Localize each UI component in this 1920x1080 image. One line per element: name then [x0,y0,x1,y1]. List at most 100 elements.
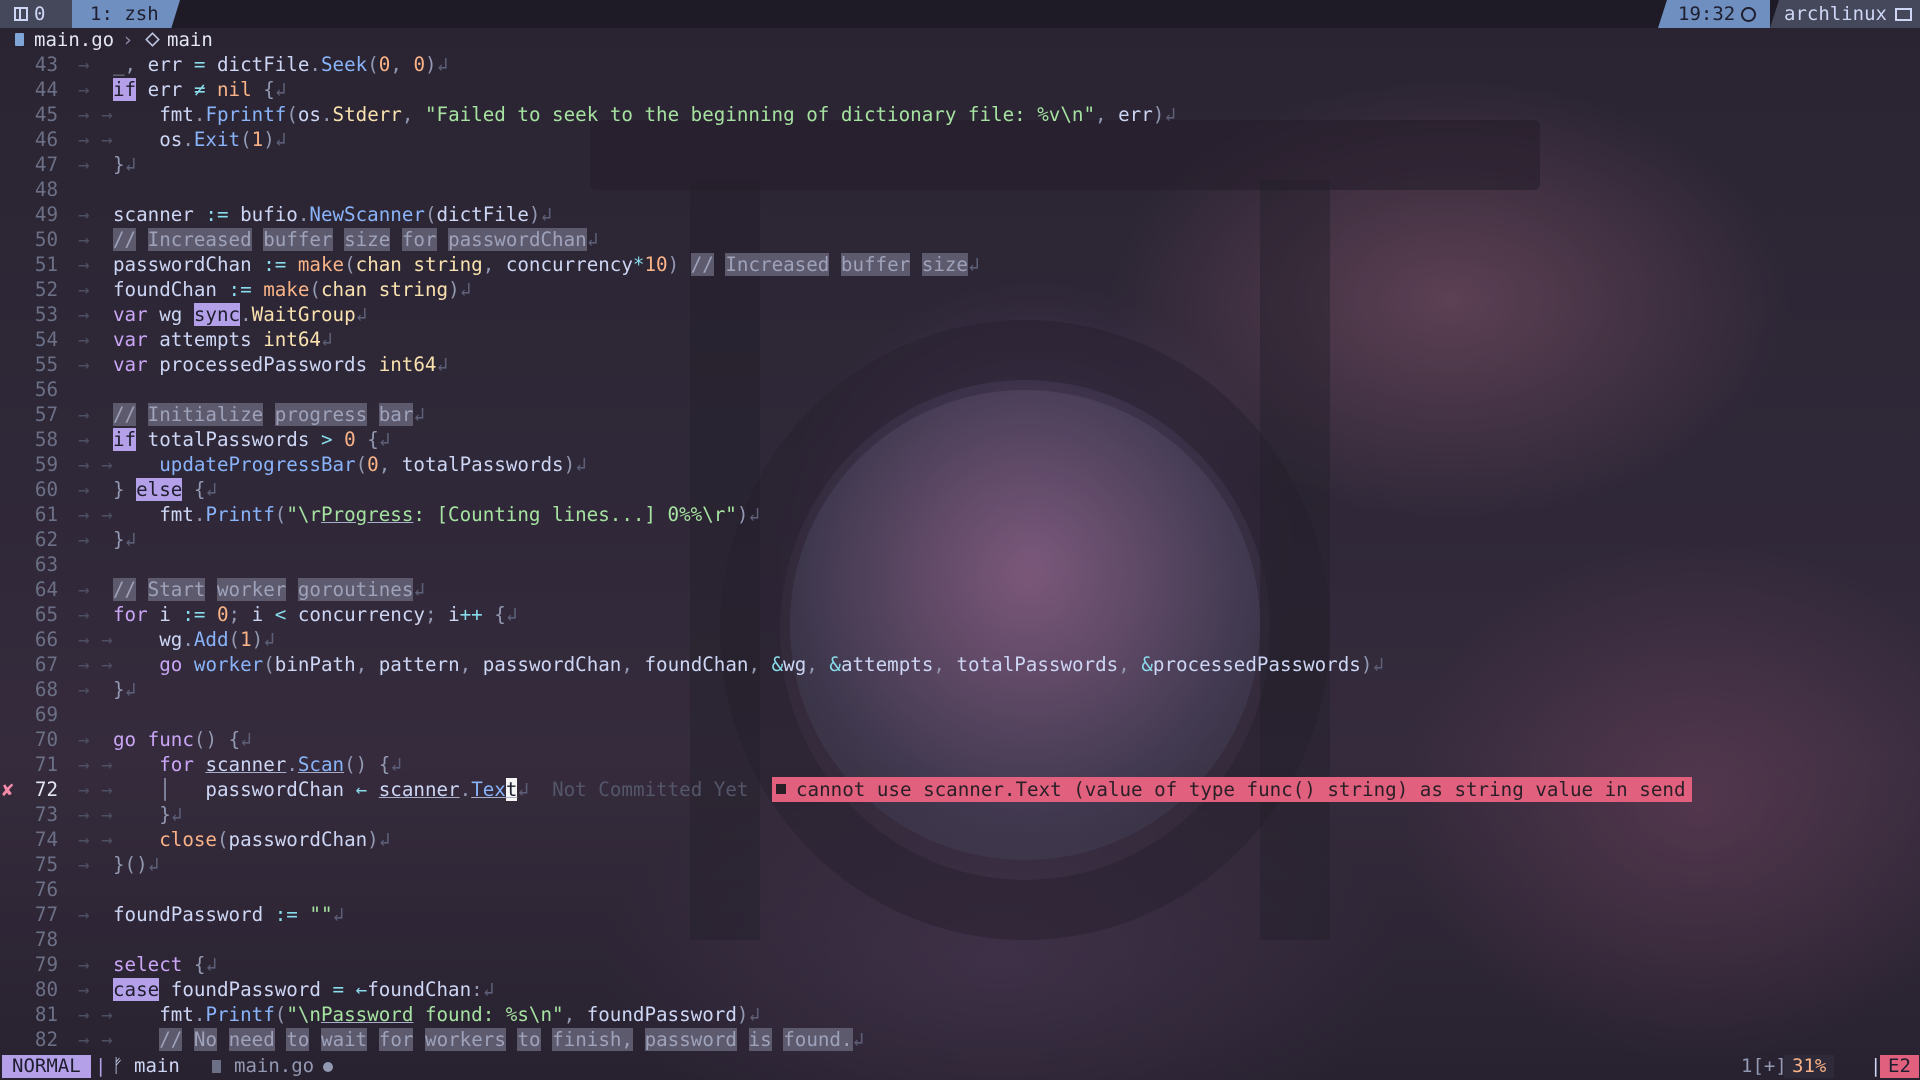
line-number: 60 [34,478,58,501]
tmux-session-tab[interactable]: 0 [0,0,72,28]
code-line[interactable]: 44 → if err ≠ nil {↲ [0,77,1920,102]
code-line[interactable]: 46 → → os.Exit(1)↲ [0,127,1920,152]
line-number: 62 [34,528,58,551]
git-branch[interactable]: main [134,1053,180,1080]
line-number: 51 [34,253,58,276]
code-text[interactable]: updateProgressBar(0, totalPasswords)↲ [113,452,586,477]
code-line[interactable]: 60 →} else {↲ [0,477,1920,502]
code-text[interactable]: close(passwordChan)↲ [113,827,390,852]
indent-guide: → [78,53,90,76]
code-text[interactable]: }↲ [113,152,136,177]
code-line[interactable]: 56 [0,377,1920,402]
code-text[interactable]: } else {↲ [113,477,217,502]
code-line[interactable]: 77 → foundPassword := ""↲ [0,902,1920,927]
code-editor[interactable]: 43 → _, err = dictFile.Seek(0, 0)↲ 44 → if er… [0,52,1920,1052]
code-line[interactable]: 52 → foundChan := make(chan string)↲ [0,277,1920,302]
branch-icon: ᚠ [112,1055,124,1077]
code-line[interactable]: 59 → → updateProgressBar(0, totalPassword… [0,452,1920,477]
code-text[interactable]: // Start worker goroutines↲ [113,577,425,602]
code-text[interactable]: }↲ [113,677,136,702]
code-line[interactable]: 68 →}↲ [0,677,1920,702]
code-line[interactable]: 74 → → close(passwordChan)↲ [0,827,1920,852]
code-line[interactable]: ✘ 72 → → │ passwordChan ← scanner.Text↲ No… [0,777,1920,802]
code-line[interactable]: 43 → _, err = dictFile.Seek(0, 0)↲ [0,52,1920,77]
code-text[interactable]: for scanner.Scan() {↲ [113,752,402,777]
line-number: 49 [34,203,58,226]
code-text[interactable]: go func() {↲ [113,727,252,752]
indent-guide: → [78,603,90,626]
code-text[interactable]: }()↲ [113,852,159,877]
code-line[interactable]: 49 → scanner := bufio.NewScanner(dictFile)… [0,202,1920,227]
tmux-time: 19:32 [1678,3,1736,25]
code-line[interactable]: 64 → // Start worker goroutines↲ [0,577,1920,602]
code-line[interactable]: 70 → go func() {↲ [0,727,1920,752]
code-line[interactable]: 79 → select {↲ [0,952,1920,977]
line-number: 64 [34,578,58,601]
code-text[interactable]: var wg sync.WaitGroup↲ [113,302,367,327]
code-text[interactable]: foundChan := make(chan string)↲ [113,277,471,302]
code-line[interactable]: 76 [0,877,1920,902]
code-text[interactable]: // Increased buffer size for passwordCha… [113,227,598,252]
code-line[interactable]: 62 →}↲ [0,527,1920,552]
code-line[interactable]: 58 → if totalPasswords > 0 {↲ [0,427,1920,452]
code-text[interactable]: // No need to wait for workers to finish… [113,1027,864,1052]
code-text[interactable]: _, err = dictFile.Seek(0, 0)↲ [113,52,448,77]
indent-guide: → → [78,128,113,151]
code-text[interactable]: var attempts int64↲ [113,327,333,352]
code-text[interactable]: foundPassword := ""↲ [113,902,344,927]
code-text[interactable]: select {↲ [113,952,217,977]
code-text[interactable]: }↲ [113,527,136,552]
code-line[interactable]: 61 → → fmt.Printf("\rProgress: [Counting … [0,502,1920,527]
code-line[interactable]: 48 [0,177,1920,202]
code-line[interactable]: 69 [0,702,1920,727]
breadcrumb-symbol[interactable]: main [167,28,213,52]
line-number: 53 [34,303,58,326]
code-text[interactable]: for i := 0; i < concurrency; i++ {↲ [113,602,517,627]
code-line[interactable]: 73 → → }↲ [0,802,1920,827]
code-text[interactable]: if err ≠ nil {↲ [113,77,286,102]
code-text[interactable]: if totalPasswords > 0 {↲ [113,427,390,452]
code-text[interactable]: }↲ [113,802,182,827]
code-line[interactable]: 63 [0,552,1920,577]
code-text[interactable]: case foundPassword = ←foundChan:↲ [113,977,494,1002]
tmux-window-tab[interactable]: 1: zsh [72,0,180,28]
code-line[interactable]: 57 → // Initialize progress bar↲ [0,402,1920,427]
code-line[interactable]: 47 →}↲ [0,152,1920,177]
line-number: 58 [34,428,58,451]
code-text[interactable]: wg.Add(1)↲ [113,627,275,652]
code-line[interactable]: 71 → → for scanner.Scan() {↲ [0,752,1920,777]
code-line[interactable]: 65 → for i := 0; i < concurrency; i++ {↲ [0,602,1920,627]
error-square-icon [776,784,786,794]
code-text[interactable]: scanner := bufio.NewScanner(dictFile)↲ [113,202,552,227]
code-line[interactable]: 67 → → go worker(binPath, pattern, passwo… [0,652,1920,677]
indent-guide: → [78,578,90,601]
code-text[interactable]: go worker(binPath, pattern, passwordChan… [113,652,1384,677]
code-line[interactable]: 81 → → fmt.Printf("\nPassword found: %s\n… [0,1002,1920,1027]
diagnostic-text: cannot use scanner.Text (value of type f… [796,778,1686,801]
code-line[interactable]: 53 → var wg sync.WaitGroup↲ [0,302,1920,327]
code-text[interactable]: passwordChan := make(chan string, concur… [113,252,980,277]
code-line[interactable]: 80 → case foundPassword = ←foundChan:↲ [0,977,1920,1002]
code-line[interactable]: 51 → passwordChan := make(chan string, con… [0,252,1920,277]
code-text[interactable]: os.Exit(1)↲ [113,127,286,152]
code-text[interactable]: fmt.Printf("\rProgress: [Counting lines.… [113,502,760,527]
code-line[interactable]: 50 → // Increased buffer size for password… [0,227,1920,252]
code-text[interactable]: fmt.Printf("\nPassword found: %s\n", fou… [113,1002,760,1027]
indent-guide: → [78,328,90,351]
code-line[interactable]: 54 → var attempts int64↲ [0,327,1920,352]
code-line[interactable]: 45 → → fmt.Fprintf(os.Stderr, "Failed to … [0,102,1920,127]
code-line[interactable]: 55 → var processedPasswords int64↲ [0,352,1920,377]
code-text[interactable]: // Initialize progress bar↲ [113,402,425,427]
code-line[interactable]: 75 →}()↲ [0,852,1920,877]
code-line[interactable]: 78 [0,927,1920,952]
indent-guide: → → [78,1028,113,1051]
code-line[interactable]: 66 → → wg.Add(1)↲ [0,627,1920,652]
indent-guide: → [78,253,90,276]
code-text[interactable]: fmt.Fprintf(os.Stderr, "Failed to seek t… [113,102,1176,127]
diagnostic-error-count[interactable]: E2 [1880,1055,1919,1078]
code-line[interactable]: 82 → → // No need to wait for workers to … [0,1027,1920,1052]
line-number: 50 [34,228,58,251]
code-text[interactable]: var processedPasswords int64↲ [113,352,448,377]
breadcrumb-file[interactable]: main.go [34,28,114,52]
code-text[interactable]: │ passwordChan ← scanner.Text↲ Not Commi… [113,777,748,802]
